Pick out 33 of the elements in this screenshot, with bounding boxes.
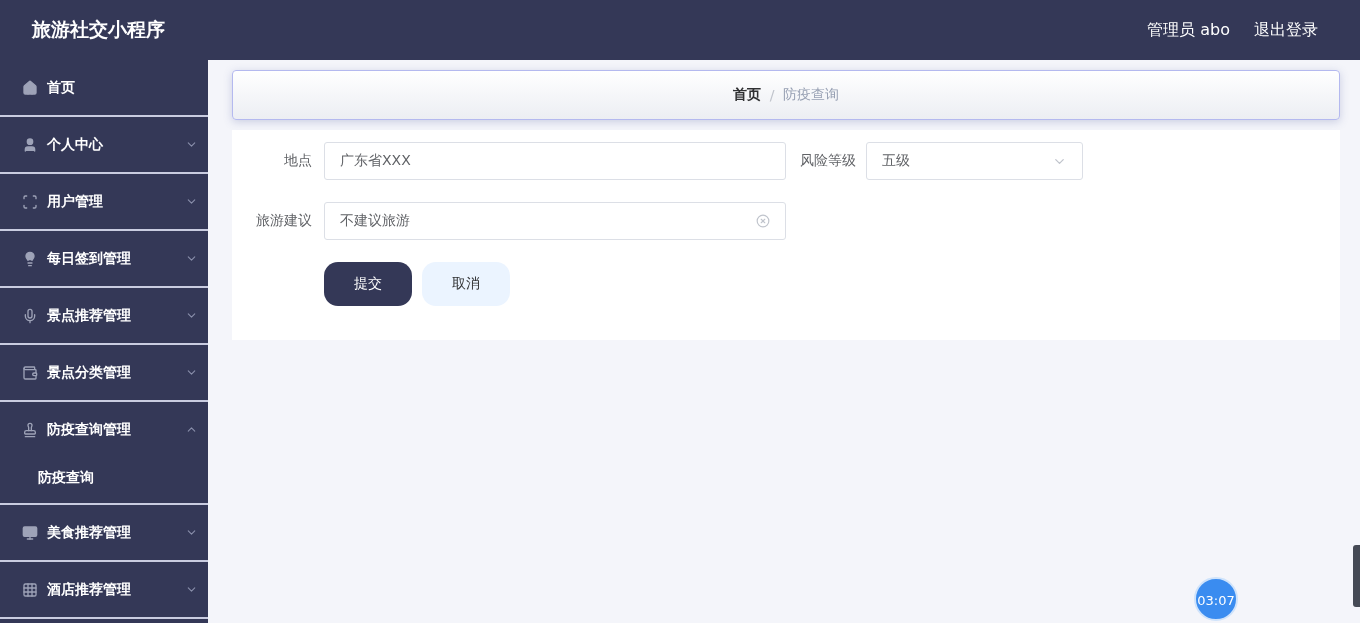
field-label: 地点 <box>283 152 313 170</box>
sidebar-item[interactable]: 首页 <box>0 60 208 115</box>
microphone-icon <box>22 307 38 324</box>
user-name: 管理员 abo <box>1147 19 1230 41</box>
lightbulb-icon <box>22 250 38 267</box>
breadcrumb-separator: / <box>769 87 775 103</box>
submit-button[interactable]: 提交 <box>324 262 412 306</box>
breadcrumb-item[interactable]: 首页 <box>732 86 761 104</box>
timer-badge: 03:07 <box>1194 577 1238 621</box>
sidebar-item[interactable]: 美食推荐管理 <box>0 505 208 560</box>
cancel-button[interactable]: 取消 <box>422 262 510 306</box>
clear-icon[interactable] <box>756 214 770 228</box>
wallet-icon <box>22 364 38 381</box>
stamp-icon <box>22 421 38 438</box>
risk-level-select[interactable]: 五级 <box>866 142 1083 180</box>
sidebar-item[interactable]: 景点推荐管理 <box>0 288 208 343</box>
field-label: 旅游建议 <box>255 212 313 230</box>
text-input-field[interactable]: 广东省XXX <box>324 142 786 180</box>
sidebar-item[interactable]: 个人中心 <box>0 117 208 172</box>
frame-icon <box>22 193 38 210</box>
monitor-icon <box>22 524 38 541</box>
sidebar-item[interactable]: 用户管理 <box>0 174 208 229</box>
logout-link[interactable]: 退出登录 <box>1254 19 1318 41</box>
sidebar-item[interactable]: 每日签到管理 <box>0 231 208 286</box>
app-title: 旅游社交小程序 <box>32 17 165 42</box>
grid-icon <box>22 581 38 598</box>
user-icon <box>22 136 38 153</box>
text-input-field[interactable]: 不建议旅游 <box>324 202 786 240</box>
sidebar-item[interactable]: 酒店推荐管理 <box>0 562 208 617</box>
sidebar-item[interactable]: 景点分类管理 <box>0 345 208 400</box>
field-label: 风险等级 <box>799 152 857 170</box>
home-icon <box>22 79 38 96</box>
side-widget <box>1353 545 1360 607</box>
